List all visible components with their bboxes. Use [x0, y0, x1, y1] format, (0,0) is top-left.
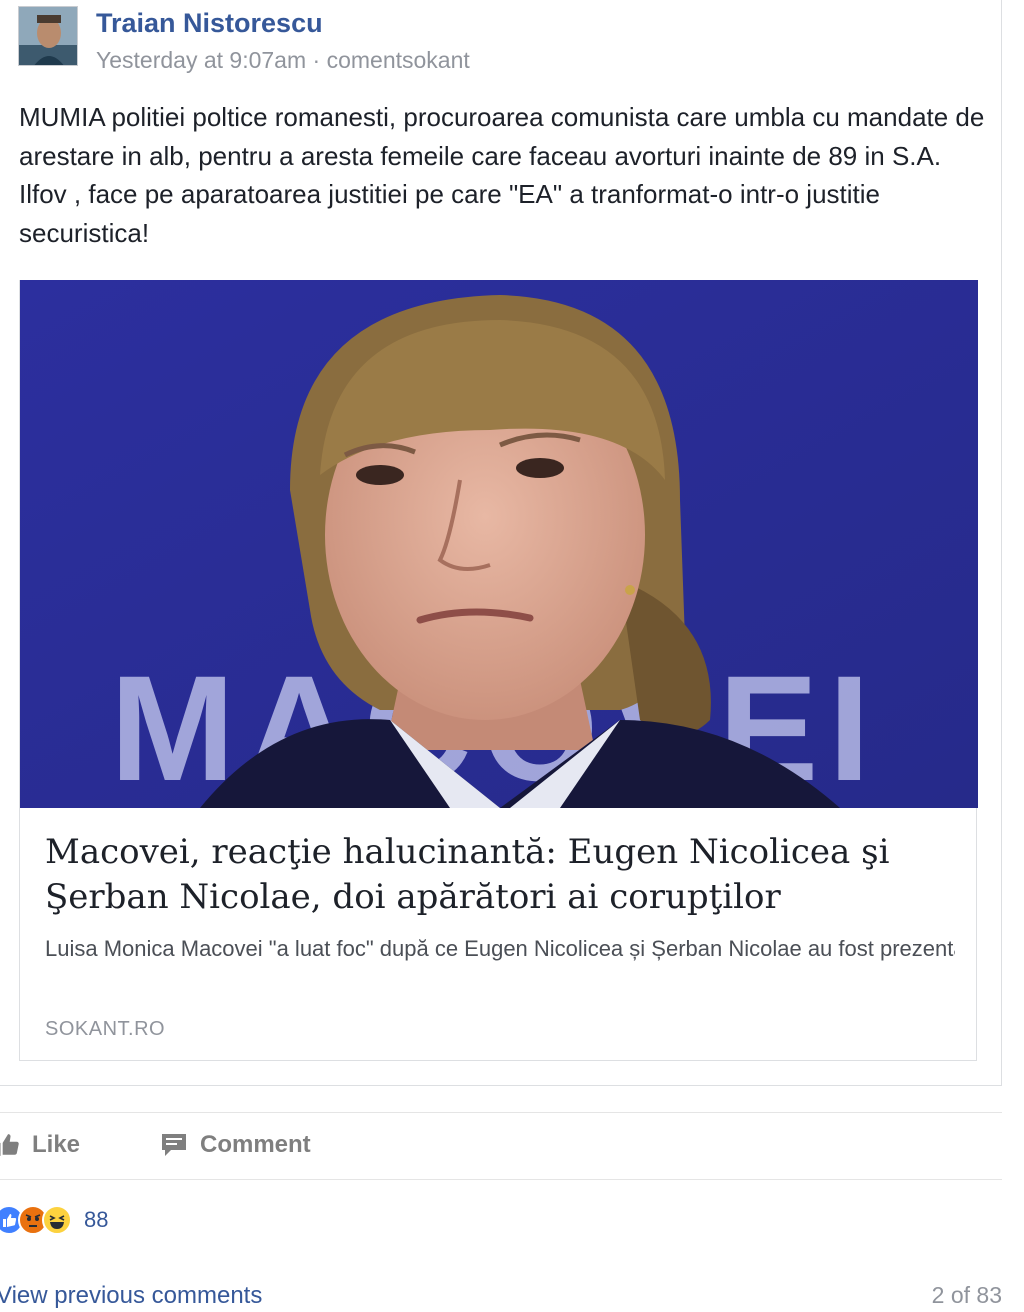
- reactions-summary[interactable]: 88: [0, 1203, 108, 1237]
- post-via-link[interactable]: comentsokant: [327, 47, 470, 73]
- link-domain: SOKANT.RO: [45, 1018, 166, 1040]
- link-preview-card[interactable]: MACOVEI: [19, 280, 978, 1061]
- author-name-link[interactable]: Traian Nistorescu: [96, 8, 323, 39]
- view-previous-comments-link[interactable]: View previous comments: [0, 1282, 262, 1310]
- author-avatar[interactable]: [18, 6, 78, 66]
- post-text: MUMIA politiei poltice romanesti, procur…: [19, 102, 985, 248]
- link-title[interactable]: Macovei, reacţie halucinantă: Eugen Nico…: [45, 830, 945, 920]
- comment-button[interactable]: Comment: [160, 1131, 311, 1159]
- post-action-bar: Like Comment: [0, 1112, 1002, 1180]
- link-description: Luisa Monica Macovei "a luat foc" după c…: [45, 936, 955, 961]
- post-card: Traian Nistorescu Yesterday at 9:07am · …: [0, 0, 1002, 1086]
- portrait-illustration: MACOVEI: [20, 280, 978, 808]
- like-label: Like: [32, 1131, 81, 1158]
- reaction-count[interactable]: 88: [84, 1207, 108, 1233]
- like-button[interactable]: Like: [0, 1131, 80, 1159]
- link-preview-image[interactable]: MACOVEI: [20, 280, 978, 808]
- post-meta: Yesterday at 9:07am · comentsokant: [96, 47, 470, 74]
- meta-separator: ·: [306, 47, 327, 73]
- comment-page-indicator: 2 of 83: [931, 1282, 1002, 1308]
- thumbs-up-icon: [0, 1134, 19, 1156]
- comment-bubble-icon: [162, 1134, 186, 1156]
- avatar-photo: [19, 7, 77, 65]
- haha-reaction-icon: [42, 1205, 72, 1235]
- comment-label: Comment: [200, 1131, 311, 1158]
- post-timestamp-link[interactable]: Yesterday at 9:07am: [96, 47, 306, 73]
- laughing-face-glyph: [49, 1215, 65, 1229]
